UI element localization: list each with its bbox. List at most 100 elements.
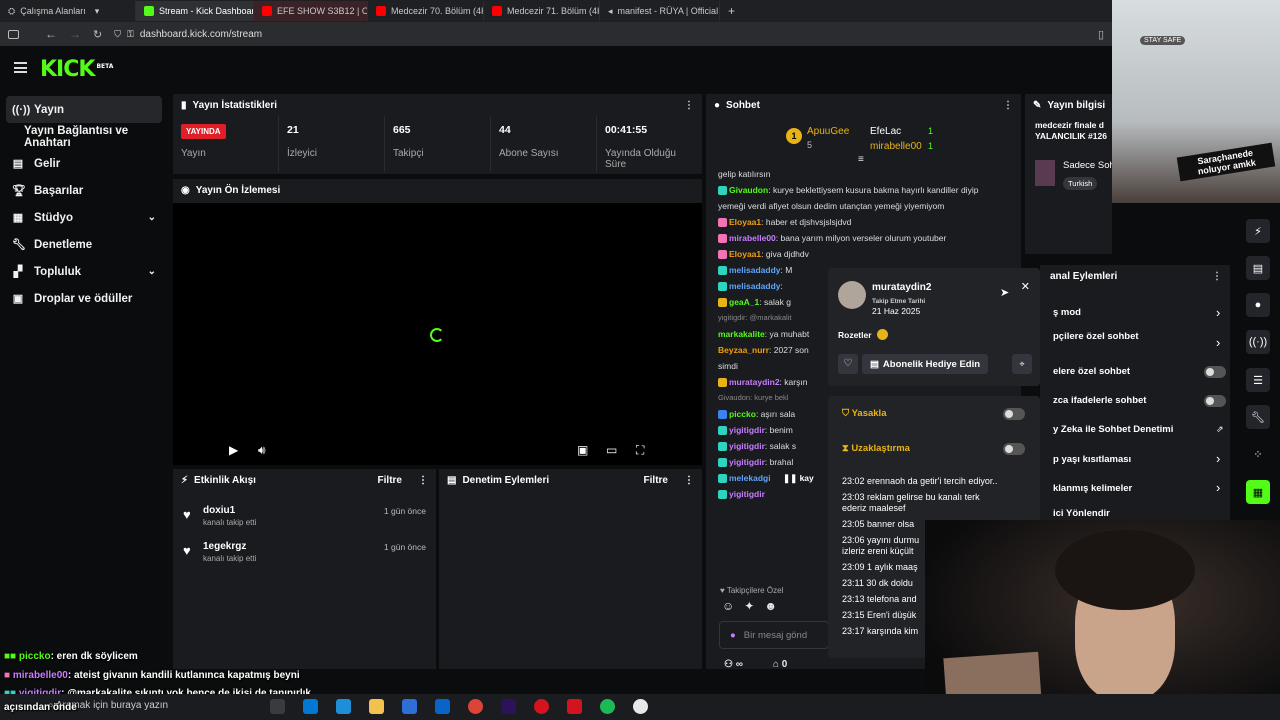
- external-link-icon[interactable]: ⇗: [1216, 424, 1224, 435]
- more-options-icon[interactable]: ⋮: [684, 100, 694, 111]
- site-info-icon[interactable]: ⚿: [127, 29, 134, 40]
- stats-header: ▮ Yayın İstatistikleri ⋮: [173, 94, 702, 116]
- tab-efe-show[interactable]: EFE SHOW S3B12 | ORKUN: [254, 1, 368, 21]
- more-options-icon[interactable]: ⋮: [418, 475, 428, 486]
- more-options-icon[interactable]: ⋮: [1212, 271, 1222, 282]
- play-icon[interactable]: ▶: [229, 443, 238, 457]
- action-subscribers-chat[interactable]: elere özel sohbet: [1053, 366, 1130, 377]
- tab-manifest[interactable]: ◂ manifest - RÜYA | Official M: [600, 1, 720, 21]
- emote-icon[interactable]: ✦: [744, 599, 754, 613]
- tab-kick-dashboard[interactable]: Stream - Kick Dashboard: [136, 1, 254, 21]
- emote-icon[interactable]: ☻: [764, 599, 777, 613]
- chevron-right-icon[interactable]: ›: [1216, 451, 1220, 466]
- sidebar-item-stream[interactable]: ((·)) Yayın: [6, 96, 162, 123]
- action-banned-words[interactable]: klanmış kelimeler: [1053, 483, 1132, 494]
- tab-workspaces[interactable]: ⛭ Çalışma Alanları ▾: [0, 1, 136, 21]
- emotes-only-toggle[interactable]: [1204, 395, 1226, 407]
- wrench-icon: 🔧︎: [12, 239, 26, 251]
- forward-icon[interactable]: →: [69, 27, 81, 41]
- tab-medcezir-70[interactable]: Medcezir 70. Bölüm (4K) -: [368, 1, 484, 21]
- activity-filter-button[interactable]: Filtre: [378, 475, 402, 486]
- gift-icon[interactable]: ⌂ 0: [773, 659, 787, 670]
- chat-input[interactable]: ● Bir mesaj gönd: [719, 621, 829, 649]
- theater-mode-icon[interactable]: ▭: [606, 443, 617, 457]
- opera-icon[interactable]: [534, 699, 549, 714]
- sidebar-item-drops[interactable]: ▣ Droplar ve ödüller: [0, 285, 170, 312]
- gift-subscription-button[interactable]: ▤ Abonelik Hediye Edin: [862, 354, 988, 374]
- stat-followers: 665 Takipçi: [385, 116, 491, 172]
- sidebar-item-revenue[interactable]: ▤ Gelir: [0, 150, 170, 177]
- sidebar-toggle-icon[interactable]: [8, 29, 19, 39]
- action-emotes-only-chat[interactable]: zca ifadelerle sohbet: [1053, 395, 1146, 406]
- new-tab-button[interactable]: +: [720, 1, 743, 21]
- store-icon[interactable]: [402, 699, 417, 714]
- stats-row: YAYINDA Yayın 21 İzleyici 665 Takipçi 44…: [173, 116, 702, 172]
- stats-title: Yayın İstatistikleri: [192, 99, 278, 111]
- subscribers-chat-toggle[interactable]: [1204, 366, 1226, 378]
- file-explorer-icon[interactable]: [369, 699, 384, 714]
- kick-logo[interactable]: KICK BETA: [40, 57, 113, 82]
- heart-icon: ♡: [843, 358, 853, 369]
- layout-tool-icon[interactable]: ☰: [1246, 368, 1270, 392]
- expand-icon[interactable]: ≡: [858, 154, 864, 165]
- sidebar-item-community[interactable]: ▞ Topluluk ⌄: [0, 258, 170, 285]
- bookmark-icon[interactable]: ▯: [1098, 28, 1104, 41]
- follow-heart-button[interactable]: ♡: [838, 354, 858, 374]
- edge-icon[interactable]: [336, 699, 351, 714]
- bolt-tool-icon[interactable]: ⚡︎: [1246, 219, 1270, 243]
- tab-medcezir-71[interactable]: Medcezir 71. Bölüm (4K) -: [484, 1, 600, 21]
- chat-tool-icon[interactable]: ●: [1246, 293, 1270, 317]
- back-icon[interactable]: ←: [45, 27, 57, 41]
- broadcast-tool-icon[interactable]: ((·)): [1246, 330, 1270, 354]
- url-field[interactable]: ⛉ ⚿ dashboard.kick.com/stream: [114, 25, 1086, 43]
- action-followers-chat[interactable]: pçilere özel sohbet: [1053, 331, 1139, 342]
- emote-icon[interactable]: ☺: [722, 599, 734, 613]
- chevron-down-icon: ⌄: [147, 266, 156, 277]
- vivaldi-icon[interactable]: [567, 699, 582, 714]
- menu-icon[interactable]: [14, 62, 27, 73]
- sidebar-item-studio[interactable]: ▦ Stüdyo ⌄: [0, 204, 170, 231]
- miniplayer-icon[interactable]: ▣: [577, 443, 588, 457]
- sidebar-item-stream-key[interactable]: Yayın Bağlantısı ve Anahtarı: [0, 123, 170, 150]
- preview-panel: ◉ Yayın Ön İzlemesi: [173, 179, 702, 203]
- reload-icon[interactable]: ↻: [93, 28, 102, 41]
- spotify-icon[interactable]: [600, 699, 615, 714]
- timeout-toggle[interactable]: [1003, 443, 1025, 455]
- audio-icon: ◂: [608, 5, 613, 16]
- outlook-icon[interactable]: [435, 699, 450, 714]
- sub-badge-icon: [718, 490, 727, 500]
- community-tool-icon[interactable]: ⁘: [1246, 442, 1270, 466]
- chevron-right-icon[interactable]: ›: [1216, 305, 1220, 320]
- slow-mode-icon[interactable]: ⚇ ∞: [724, 659, 743, 670]
- action-emote-mode[interactable]: ş mod: [1053, 307, 1081, 318]
- task-view-icon[interactable]: [270, 699, 285, 714]
- chevron-right-icon[interactable]: ›: [1216, 480, 1220, 495]
- chevron-right-icon[interactable]: ›: [1216, 335, 1220, 350]
- mod-filter-button[interactable]: Filtre: [644, 475, 668, 486]
- action-account-age[interactable]: p yaşı kısıtlaması: [1053, 454, 1131, 465]
- chat-paused-indicator[interactable]: ❚❚ kay: [783, 473, 814, 483]
- fullscreen-icon[interactable]: ⛶: [636, 443, 644, 458]
- action-ai-moderation[interactable]: y Zeka ile Sohbet Denetimi: [1053, 424, 1173, 435]
- sidebar-item-moderation[interactable]: 🔧︎ Denetleme: [0, 231, 170, 258]
- more-actions-button[interactable]: ⌖: [1012, 354, 1032, 374]
- wrench-tool-icon[interactable]: 🔧︎: [1246, 405, 1270, 429]
- ban-toggle[interactable]: [1003, 408, 1025, 420]
- obs-icon[interactable]: [633, 699, 648, 714]
- chrome-icon[interactable]: [468, 699, 483, 714]
- premiere-icon[interactable]: [501, 699, 516, 714]
- clip-tool-icon[interactable]: ▦: [1246, 480, 1270, 504]
- microphone-icon[interactable]: ●: [730, 630, 736, 641]
- more-options-icon[interactable]: ⋮: [684, 475, 694, 486]
- sidebar-item-achievements[interactable]: 🏆︎ Başarılar: [0, 177, 170, 204]
- sub-badge-icon: [718, 474, 727, 484]
- action-redirect[interactable]: ici Yönlendir: [1053, 508, 1110, 519]
- notes-tool-icon[interactable]: ▤: [1246, 256, 1270, 280]
- activity-feed-panel: ⚡︎ Etkinlik Akışı Filtre ⋮ ♥ doxiu1 kana…: [173, 469, 436, 669]
- more-options-icon[interactable]: ⋮: [1003, 100, 1013, 111]
- category-thumbnail[interactable]: [1035, 160, 1055, 186]
- volume-icon[interactable]: 🔊︎: [258, 443, 266, 458]
- copilot-icon[interactable]: [303, 699, 318, 714]
- user-card-username[interactable]: murataydin2: [872, 282, 931, 293]
- close-icon[interactable]: ✕: [1021, 280, 1030, 293]
